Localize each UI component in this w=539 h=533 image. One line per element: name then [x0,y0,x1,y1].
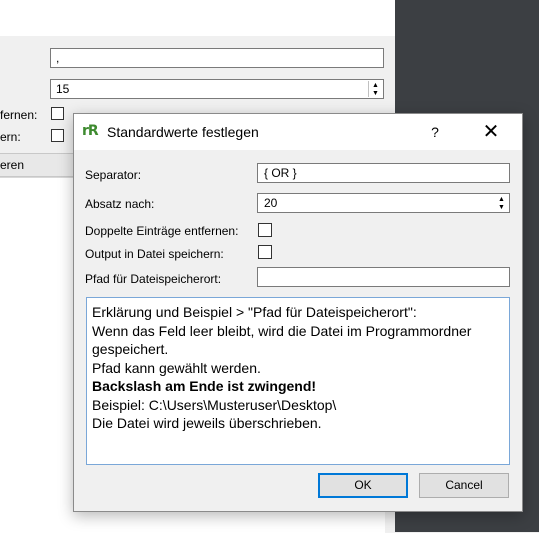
info-line: Die Datei wird jeweils überschrieben. [92,415,322,431]
ok-button[interactable]: OK [318,473,408,498]
background-doppelte-label: fernen: [0,108,38,122]
info-line: Pfad kann gewählt werden. [92,359,261,376]
pfad-input[interactable] [257,267,510,287]
background-absatz-spinner[interactable]: ▲ ▼ [368,81,382,97]
spin-down-icon[interactable]: ▼ [369,89,382,97]
background-output-label: ern: [0,130,21,144]
background-doppelte-checkbox[interactable] [51,107,64,120]
dialog-titlebar[interactable]: rR Standardwerte festlegen ? ✕ [74,114,522,150]
close-icon: ✕ [482,121,500,143]
absatz-label: Absatz nach: [85,197,155,211]
spin-down-icon[interactable]: ▼ [495,203,508,211]
background-separator-input[interactable]: , [50,48,384,68]
help-icon: ? [431,124,439,140]
doppelte-eintraege-label: Doppelte Einträge entfernen: [85,224,239,238]
app-logo-icon: rR [82,123,100,141]
separator-label: Separator: [85,168,142,182]
info-line: gespeichert. [92,341,169,357]
info-line: Erklärung und Beispiel > "Pfad für Datei… [92,304,417,320]
help-button[interactable]: ? [412,114,458,150]
info-warning-line: Backslash am Ende ist zwingend! [92,378,317,394]
info-textbox[interactable]: Erklärung und Beispiel > "Pfad für Datei… [86,297,510,465]
output-datei-label: Output in Datei speichern: [85,247,224,261]
absatz-spinner[interactable]: ▲ ▼ [495,195,508,211]
dialog-title: Standardwerte festlegen [107,124,259,140]
absatz-value: 20 [264,196,278,210]
background-window-header [0,0,395,36]
spin-up-icon[interactable]: ▲ [369,81,382,89]
standardwerte-dialog: rR Standardwerte festlegen ? ✕ Separator… [73,113,523,512]
info-line: Beispiel: C:\Users\Musteruser\Desktop\ [92,396,337,413]
app-logo-text: rR [82,123,99,139]
background-absatz-input[interactable]: 15 ▲ ▼ [50,79,384,99]
doppelte-eintraege-checkbox[interactable] [258,223,272,237]
cancel-button[interactable]: Cancel [419,473,509,498]
close-button[interactable]: ✕ [468,114,514,150]
pfad-label: Pfad für Dateispeicherort: [85,272,222,286]
background-column-header-label: eren [0,158,25,172]
absatz-input[interactable]: 20 ▲ ▼ [257,193,510,213]
background-output-checkbox[interactable] [51,129,64,142]
info-line: Wenn das Feld leer bleibt, wird die Date… [92,322,472,339]
output-datei-checkbox[interactable] [258,245,272,259]
background-absatz-value: 15 [56,82,70,96]
spin-up-icon[interactable]: ▲ [495,195,508,203]
separator-input[interactable]: { OR } [257,163,510,183]
